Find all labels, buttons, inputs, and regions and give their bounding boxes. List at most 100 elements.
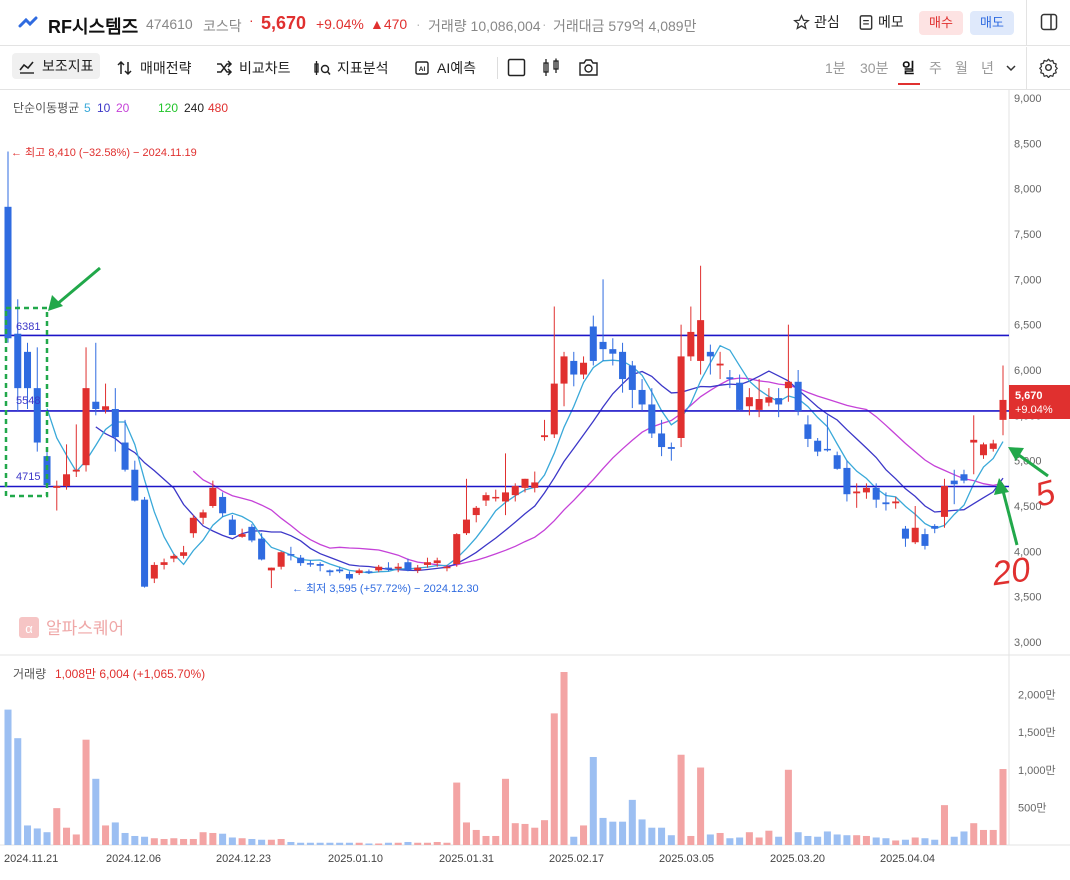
x-tick-label: 2025.03.05 — [659, 853, 714, 865]
ma-legend-240: 240 — [184, 101, 204, 115]
volume-bar — [82, 739, 90, 845]
candle-body — [550, 383, 558, 435]
volume-bar — [765, 830, 773, 845]
sell-button[interactable]: 매도 — [970, 11, 1014, 35]
favorite-label: 관심 — [814, 14, 840, 30]
ai-predict-button[interactable]: AI AI예측 — [413, 58, 476, 78]
square-drawing-icon[interactable] — [507, 58, 526, 77]
volume-bar — [355, 842, 363, 845]
candle-body — [82, 388, 90, 466]
candle-body — [892, 501, 900, 504]
volume-tick-label: 2,000만 — [1018, 689, 1056, 702]
top-header: RF시스템즈 474610 코스닥 · 5,670 +9.04% ▲470 · … — [0, 0, 1070, 46]
shuffle-icon — [217, 60, 233, 76]
candle-body — [53, 486, 61, 488]
timeframe-month[interactable]: 월 — [955, 58, 968, 78]
volume-bar — [638, 819, 646, 845]
candle-body — [833, 455, 841, 469]
volume-bar — [784, 769, 792, 845]
memo-button[interactable]: 메모 — [858, 12, 904, 32]
volume-bar — [53, 808, 61, 845]
candle-body — [989, 443, 997, 449]
candle-body — [541, 435, 549, 438]
candle-body — [511, 486, 519, 496]
ai-chip-icon: AI — [415, 61, 429, 75]
volume-bar — [550, 713, 558, 845]
candle-body — [570, 360, 578, 375]
candle-body — [443, 566, 451, 569]
timeframe-30m[interactable]: 30분 — [860, 58, 888, 78]
strategy-button[interactable]: 매매전략 — [116, 58, 192, 78]
candle-body — [365, 571, 373, 573]
volume-bar — [931, 839, 939, 845]
candle-body — [775, 398, 783, 405]
volume-bar — [209, 832, 217, 845]
change-amount: ▲470 — [370, 16, 408, 32]
divider — [1026, 0, 1027, 46]
volume-bar — [501, 778, 510, 845]
ma-legend-10: 10 — [97, 101, 111, 115]
settings-gear-icon[interactable] — [1038, 57, 1059, 78]
volume-bar — [648, 827, 656, 845]
y-tick-label: 7,500 — [1014, 229, 1042, 241]
candle-body — [199, 512, 207, 518]
candle-body — [297, 557, 305, 564]
timeframe-week[interactable]: 주 — [929, 58, 942, 78]
candle-body — [706, 351, 714, 357]
volume-bar — [677, 754, 685, 845]
volume-bar — [687, 835, 695, 845]
x-tick-label: 2025.03.20 — [770, 853, 825, 865]
volume-bar — [716, 832, 724, 845]
compare-button[interactable]: 비교차트 — [215, 58, 291, 78]
volume-bar — [853, 835, 861, 845]
ma-5-line — [46, 344, 1004, 574]
candle-body — [4, 206, 12, 339]
candle-body — [560, 356, 568, 384]
volume-bar — [384, 842, 392, 845]
candle-body — [306, 563, 314, 565]
timeframe-1m[interactable]: 1분 — [825, 58, 846, 78]
candle-body — [277, 552, 285, 567]
candle-body — [609, 349, 617, 354]
volume-text: 거래량 10,086,004 — [428, 18, 541, 34]
candle-body — [404, 562, 412, 571]
volume-bar — [609, 821, 617, 845]
stock-name: RF시스템즈 — [48, 17, 139, 37]
volume-bar — [726, 838, 734, 845]
candle-body — [228, 519, 236, 536]
chevron-down-icon[interactable] — [1005, 63, 1017, 73]
indicator-button[interactable]: 보조지표 — [12, 53, 100, 79]
buy-button[interactable]: 매수 — [919, 11, 963, 35]
favorite-button[interactable]: 관심 — [793, 12, 840, 32]
candle-body — [589, 326, 597, 361]
candle-body — [111, 408, 119, 438]
price-chart[interactable]: 9,0008,5008,0007,5007,0006,5006,0005,500… — [0, 89, 1070, 880]
timeframe-year[interactable]: 년 — [981, 58, 994, 78]
candle-body — [950, 480, 958, 485]
level-label-6381: 6381 — [16, 321, 40, 333]
market-name: 코스닥 — [203, 18, 242, 34]
y-tick-label: 3,500 — [1014, 592, 1042, 604]
candle-body — [921, 534, 929, 546]
volume-bar — [180, 838, 188, 845]
volume-bar — [423, 842, 431, 845]
candle-body — [658, 433, 666, 448]
candle-type-icon[interactable] — [542, 58, 561, 77]
side-panel-icon[interactable] — [1040, 13, 1058, 31]
volume-bar — [794, 832, 802, 845]
volume-bar — [843, 835, 851, 845]
analysis-button[interactable]: 지표분석 — [313, 58, 389, 78]
volume-bar — [33, 828, 41, 845]
candle-body — [189, 517, 197, 534]
volume-bar — [14, 738, 22, 845]
volume-bar — [472, 829, 480, 845]
candle-body — [580, 362, 588, 375]
candle-body — [940, 486, 948, 517]
volume-bar — [706, 834, 714, 845]
volume-bar — [170, 838, 178, 845]
timeframe-day[interactable]: 일 — [902, 58, 915, 78]
candle-body — [316, 564, 324, 566]
green-arrow-head — [48, 295, 63, 311]
candle-body — [394, 566, 402, 569]
camera-icon[interactable] — [578, 58, 599, 77]
